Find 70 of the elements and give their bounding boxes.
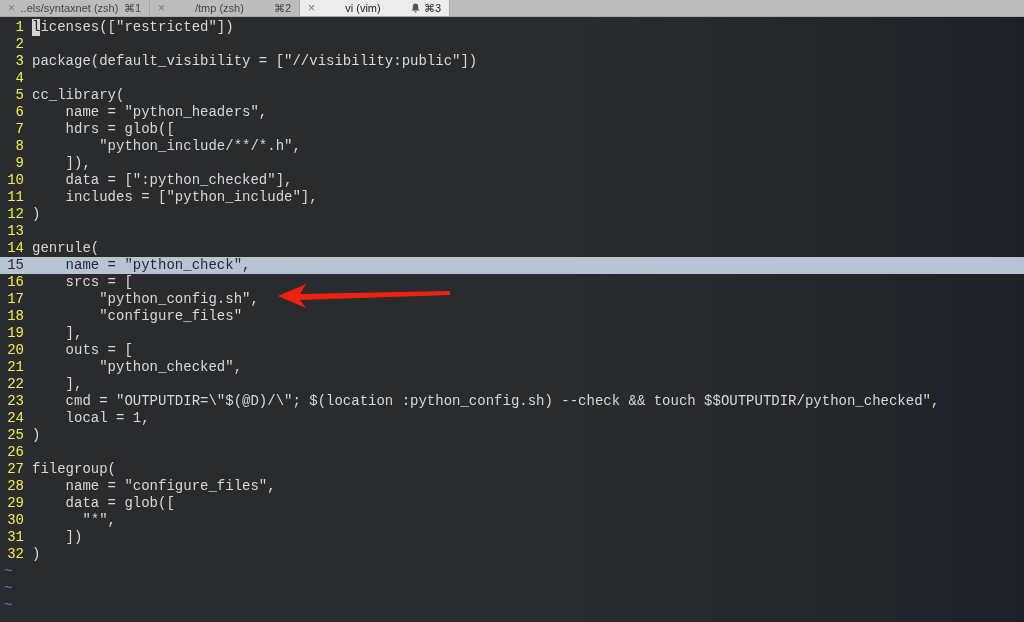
- code-line: data = [":python_checked"],: [64, 172, 293, 188]
- code-line: cmd = "OUTPUTDIR=\"$(@D)/\"; $(location :python_config.sh) --check && touch $$OUTPUTDIR/python_checked",: [64, 393, 940, 409]
- code-line: data = glob([: [64, 495, 175, 511]
- line-number: 21: [6, 359, 25, 376]
- line-number: 4: [14, 70, 25, 87]
- line-number: 26: [6, 444, 25, 461]
- line-number: 25: [6, 427, 25, 444]
- code-line: filegroup(: [32, 461, 116, 477]
- line-number: 2: [14, 36, 25, 53]
- code-line: "python_checked",: [98, 359, 243, 375]
- line-number: 18: [6, 308, 25, 325]
- line-number: 16: [6, 274, 25, 291]
- line-number: 5: [14, 87, 25, 104]
- code-line: name = "configure_files",: [64, 478, 276, 494]
- line-number: 23: [6, 393, 25, 410]
- tab-title: ..els/syntaxnet (zsh): [19, 0, 120, 16]
- line-number: 29: [6, 495, 25, 512]
- code-line: "python_include/**/*.h",: [98, 138, 301, 154]
- code-line: ): [32, 427, 41, 443]
- code-line: local = 1,: [64, 410, 150, 426]
- code-line: hdrs = glob([: [64, 121, 175, 137]
- empty-line-marker: ~: [4, 580, 13, 596]
- line-number: 9: [14, 155, 25, 172]
- line-number: 19: [6, 325, 25, 342]
- terminal-tab[interactable]: × vi (vim) ⌘3: [300, 0, 450, 16]
- line-number: 13: [6, 223, 25, 240]
- code-line: ],: [64, 376, 83, 392]
- tab-title: vi (vim): [344, 0, 382, 16]
- empty-line-marker: ~: [4, 597, 13, 613]
- line-number: 6: [14, 104, 25, 121]
- line-number: 11: [6, 189, 25, 206]
- code-line: includes = ["python_include"],: [64, 189, 318, 205]
- code-line: ]): [64, 529, 83, 545]
- code-line: name = "python_headers",: [64, 104, 268, 120]
- line-number: 28: [6, 478, 25, 495]
- code-line: ): [32, 546, 41, 562]
- line-number: 27: [6, 461, 25, 478]
- code-line: name = "python_check",: [64, 257, 251, 273]
- code-line: outs = [: [64, 342, 133, 358]
- line-number: 3: [14, 53, 25, 70]
- code-line: genrule(: [32, 240, 100, 256]
- line-number: 14: [6, 240, 25, 257]
- code-line: "python_config.sh",: [98, 291, 259, 307]
- line-number: 7: [14, 121, 25, 138]
- line-number: 10: [6, 172, 25, 189]
- line-number: 12: [6, 206, 25, 223]
- line-number: 17: [6, 291, 25, 308]
- tab-shortcut: ⌘1: [123, 0, 141, 16]
- tab-shortcut: ⌘2: [273, 0, 291, 16]
- code-line: srcs = [: [64, 274, 133, 290]
- code-line: ]),: [64, 155, 91, 171]
- line-number: 31: [6, 529, 25, 546]
- line-number: 22: [6, 376, 25, 393]
- line-number: 8: [14, 138, 25, 155]
- code-line: cc_library(: [32, 87, 125, 103]
- code-line: ): [32, 206, 41, 222]
- line-number: 15: [6, 257, 25, 274]
- tab-title: /tmp (zsh): [194, 0, 245, 16]
- line-number: 30: [6, 512, 25, 529]
- close-icon[interactable]: ×: [308, 2, 315, 14]
- empty-line-marker: ~: [4, 563, 13, 579]
- line-number: 24: [6, 410, 25, 427]
- code-line: ],: [64, 325, 83, 341]
- code-line: "configure_files": [98, 308, 243, 324]
- line-number: 1: [14, 19, 25, 36]
- line-number: 32: [6, 546, 25, 563]
- line-number: 20: [6, 342, 25, 359]
- tab-shortcut: ⌘3: [423, 0, 441, 16]
- code-line: package(default_visibility = ["//visibility:public"]): [32, 53, 478, 69]
- code-line: "*",: [81, 512, 116, 528]
